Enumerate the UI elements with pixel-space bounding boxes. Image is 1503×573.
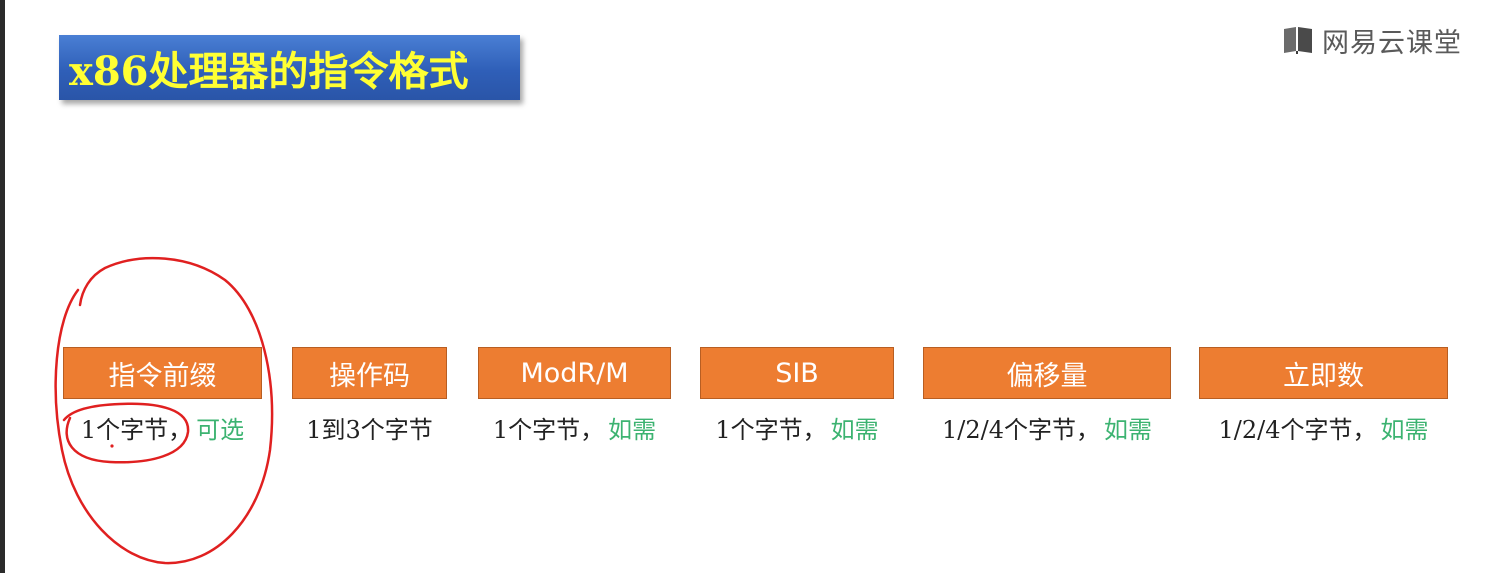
field-displacement-box: 偏移量 — [923, 347, 1171, 399]
field-sib-desc: 1个字节， 如需 — [695, 409, 899, 445]
field-modrm-note: 如需 — [608, 415, 657, 444]
field-displacement-label: 偏移量 — [1006, 360, 1088, 392]
field-immediate-desc: 1/2/4个字节， 如需 — [1194, 409, 1453, 445]
field-immediate-size: 1/2/4个字节， — [1218, 415, 1377, 444]
window-left-edge — [0, 0, 5, 573]
field-prefix-label: 指令前缀 — [108, 360, 217, 392]
field-modrm-size: 1个字节， — [492, 415, 605, 444]
field-sib-size: 1个字节， — [715, 415, 827, 444]
logo: 网易云课堂 — [1282, 22, 1462, 59]
field-displacement-desc: 1/2/4个字节， 如需 — [918, 409, 1176, 445]
field-prefix-box: 指令前缀 — [63, 347, 262, 399]
slide-title-box: x86处理器的指令格式 — [59, 35, 520, 100]
field-modrm-desc: 1个字节， 如需 — [473, 409, 676, 445]
field-modrm-label: ModR/M — [520, 357, 629, 389]
field-sib-note: 如需 — [830, 415, 879, 444]
slide-title: x86处理器的指令格式 — [69, 47, 469, 95]
field-sib-box: SIB — [700, 347, 894, 399]
field-opcode-box: 操作码 — [292, 347, 447, 399]
field-prefix-size: 1个字节， — [80, 415, 193, 444]
field-modrm-box: ModR/M — [478, 347, 671, 399]
field-opcode-label: 操作码 — [329, 360, 410, 392]
field-immediate-box: 立即数 — [1199, 347, 1448, 399]
field-displacement-note: 如需 — [1103, 415, 1152, 444]
field-prefix-desc: 1个字节， 可选 — [58, 409, 267, 445]
field-prefix-note: 可选 — [196, 415, 245, 444]
field-opcode-size: 1到3个字节 — [306, 415, 433, 444]
field-sib-label: SIB — [775, 357, 819, 389]
field-displacement-size: 1/2/4个字节， — [942, 415, 1100, 444]
logo-text: 网易云课堂 — [1322, 27, 1462, 59]
field-immediate-label: 立即数 — [1283, 360, 1364, 392]
book-icon — [1284, 27, 1312, 54]
field-immediate-note: 如需 — [1380, 415, 1429, 444]
field-opcode-desc: 1到3个字节 — [282, 409, 457, 445]
